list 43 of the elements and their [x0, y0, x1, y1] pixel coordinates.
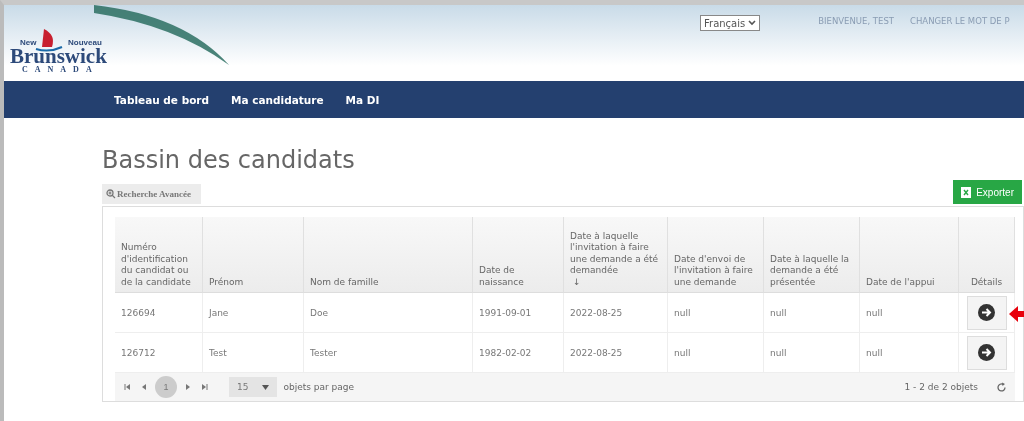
logo-text: New [20, 39, 37, 47]
table-cell: 126694 [115, 293, 203, 333]
column-header[interactable]: Prénom [203, 217, 304, 293]
logo-text: CANADA [22, 66, 99, 74]
excel-icon [961, 186, 972, 198]
table-cell: Jane [203, 293, 304, 333]
page-size-select[interactable]: 15 [229, 377, 278, 397]
nav-link[interactable]: Ma DI [345, 93, 380, 106]
caret-icon [262, 384, 270, 390]
column-header[interactable]: Détails [959, 217, 1015, 293]
column-header[interactable]: Date de l'appui [860, 217, 959, 293]
column-header[interactable]: Date à laquelle la demande a été présentée [764, 217, 860, 293]
table-cell: null [764, 293, 860, 333]
zoom-in-icon [106, 189, 116, 199]
chevron-icon [748, 20, 757, 26]
refresh-icon[interactable] [996, 381, 1007, 393]
details-button[interactable] [966, 335, 1007, 370]
arrow-right-icon [978, 344, 995, 361]
column-header[interactable]: Nom de famille [304, 217, 473, 293]
logo-text: Brunswick [10, 46, 107, 67]
column-header[interactable]: Date à laquelle l'invitation à faire une demande a été demandée ↓ [564, 217, 668, 293]
table-cell: 2022-08-25 [564, 293, 668, 333]
nav-link[interactable]: Ma candidature [231, 93, 324, 106]
per-page-label: objets par page [283, 382, 355, 392]
nav-link[interactable]: Tableau de bord [114, 93, 210, 106]
page-number[interactable]: 1 [155, 376, 177, 398]
arrow-right-icon [978, 304, 995, 321]
column-header[interactable]: Numéro d'identification du candidat ou de la candidate [115, 217, 203, 293]
table-cell: 1991-09-01 [473, 293, 564, 333]
logo-text: Nouveau [68, 39, 102, 47]
export-button[interactable]: Exporter [953, 180, 1022, 204]
column-header[interactable]: Date de naissance [473, 217, 564, 293]
pointer-arrow [1008, 305, 1024, 322]
table-cell: Doe [304, 293, 473, 333]
language-select[interactable]: Français [700, 15, 761, 31]
first-page-icon[interactable] [123, 382, 133, 392]
items-summary: 1 - 2 de 2 objets [904, 382, 978, 392]
advanced-search-button[interactable]: Recherche Avancée [102, 184, 201, 204]
table-cell: null [668, 293, 764, 333]
column-header[interactable]: Date d'envoi de l'invitation à faire une demande [668, 217, 764, 293]
page-title: Bassin des candidats [102, 148, 356, 172]
table-cell: null [860, 293, 959, 333]
last-page-icon[interactable] [199, 382, 209, 392]
